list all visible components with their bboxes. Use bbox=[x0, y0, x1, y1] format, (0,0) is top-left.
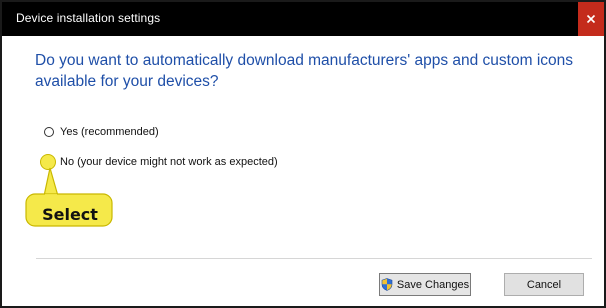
save-changes-button[interactable]: Save Changes bbox=[379, 273, 471, 296]
close-icon bbox=[586, 14, 596, 24]
radio-button-yes[interactable] bbox=[44, 127, 54, 137]
question-heading: Do you want to automatically download ma… bbox=[35, 52, 573, 90]
title-bar: Device installation settings bbox=[2, 2, 604, 36]
option-yes-label: Yes (recommended) bbox=[60, 126, 159, 138]
cancel-label: Cancel bbox=[526, 278, 562, 291]
save-changes-label: Save Changes bbox=[396, 278, 470, 291]
device-installation-settings-dialog: Device installation settings Do you want… bbox=[0, 0, 606, 308]
footer-separator bbox=[36, 258, 592, 259]
uac-shield-icon bbox=[381, 278, 393, 291]
close-button[interactable] bbox=[578, 2, 604, 36]
cancel-button[interactable]: Cancel bbox=[504, 273, 584, 296]
window-title: Device installation settings bbox=[16, 11, 161, 25]
option-yes-recommended[interactable]: Yes (recommended) bbox=[44, 126, 159, 138]
callout-label: Select bbox=[42, 205, 98, 224]
